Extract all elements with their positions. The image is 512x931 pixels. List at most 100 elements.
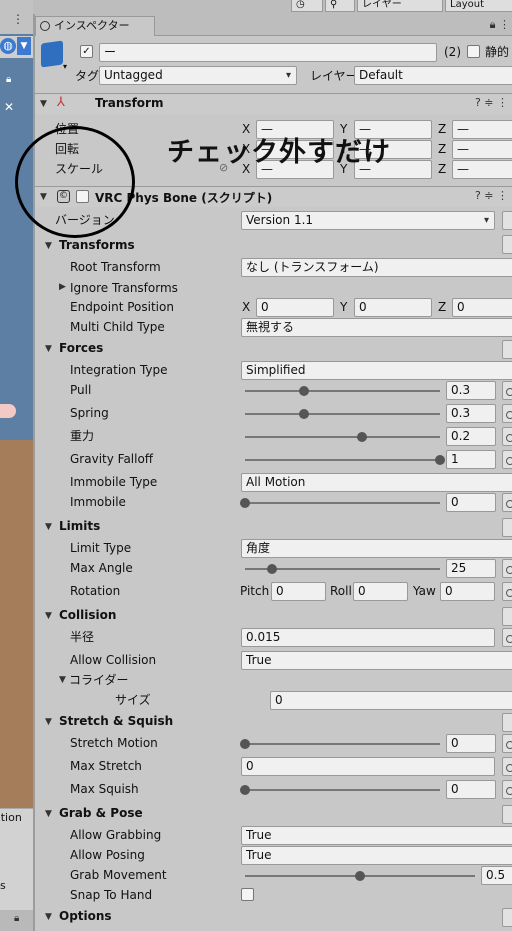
chevron-down-icon[interactable]: ▼ <box>45 241 52 251</box>
gravity-slider-handle[interactable] <box>357 432 367 442</box>
chevron-down-icon[interactable]: ▼ <box>45 344 52 354</box>
max-squish-slider-handle[interactable] <box>240 785 250 795</box>
tab-inspector[interactable]: インスペクター <box>35 16 155 36</box>
component-icons[interactable]: ? ≑ ⋮ <box>475 96 508 109</box>
allow-collision-dropdown[interactable]: True <box>241 651 512 670</box>
more-menu-icon[interactable]: ⋮ <box>12 12 24 26</box>
pitch-field[interactable]: 0 <box>271 582 326 601</box>
endpoint-x-field[interactable]: 0 <box>256 298 334 317</box>
gameobject-cube-icon[interactable] <box>41 40 63 68</box>
more-menu-icon[interactable]: ⋮ <box>499 18 510 31</box>
immobile-type-dropdown[interactable]: All Motion <box>241 473 512 492</box>
tag-dropdown[interactable]: Untagged <box>99 66 297 85</box>
curve-button[interactable] <box>502 559 512 578</box>
side-button[interactable] <box>502 713 512 732</box>
side-button[interactable] <box>502 908 512 927</box>
curve-button[interactable] <box>502 427 512 446</box>
roll-field[interactable]: 0 <box>353 582 408 601</box>
gravity-falloff-value-field[interactable]: 1 <box>446 450 496 469</box>
search-button[interactable]: ⚲ <box>325 0 355 12</box>
colliders-label[interactable]: コライダー <box>69 672 129 688</box>
spring-slider[interactable] <box>245 413 440 415</box>
layer-dropdown[interactable]: Default <box>354 66 512 85</box>
chevron-down-icon[interactable]: ▾ <box>63 62 67 71</box>
max-squish-value-field[interactable]: 0 <box>446 780 496 799</box>
endpoint-y-field[interactable]: 0 <box>354 298 432 317</box>
side-button[interactable] <box>502 805 512 824</box>
side-button[interactable] <box>502 211 512 230</box>
stretch-motion-slider-handle[interactable] <box>240 739 250 749</box>
gravity-falloff-slider[interactable] <box>245 459 440 461</box>
side-button[interactable] <box>502 518 512 537</box>
grab-movement-slider-handle[interactable] <box>355 871 365 881</box>
scene-view[interactable]: ⋮ ◍ ▼ 🔒︎ ✕ ation s 🔒︎ <box>0 0 33 931</box>
layers-dropdown[interactable]: レイヤー <box>357 0 443 12</box>
object-name-field[interactable]: ー <box>99 43 437 62</box>
endpoint-z-field[interactable]: 0 <box>452 298 512 317</box>
tab-options[interactable]: 🔒︎ ⋮ <box>490 18 510 32</box>
curve-button[interactable] <box>502 628 512 647</box>
gravity-slider[interactable] <box>245 436 440 438</box>
history-button[interactable]: ◷ <box>291 0 323 12</box>
curve-button[interactable] <box>502 780 512 799</box>
globe-icon[interactable]: ◍ <box>0 38 16 54</box>
chevron-down-icon[interactable]: ▼ <box>45 717 52 727</box>
colliders-size-field[interactable]: 0 <box>270 691 512 710</box>
immobile-slider-handle[interactable] <box>240 498 250 508</box>
max-stretch-field[interactable]: 0 <box>241 757 495 776</box>
gravity-value-field[interactable]: 0.2 <box>446 427 496 446</box>
version-dropdown[interactable]: Version 1.1 <box>241 211 495 230</box>
chevron-down-icon[interactable]: ▼ <box>59 675 66 685</box>
multi-child-dropdown[interactable]: 無視する <box>241 318 512 337</box>
curve-button[interactable] <box>502 734 512 753</box>
immobile-slider[interactable] <box>245 502 440 504</box>
preset-icon[interactable]: ≑ <box>484 96 493 109</box>
stretch-motion-slider[interactable] <box>245 743 440 745</box>
curve-button[interactable] <box>502 404 512 423</box>
scale-z-field[interactable]: — <box>452 160 512 179</box>
limit-type-dropdown[interactable]: 角度 <box>241 539 512 558</box>
curve-button[interactable] <box>502 757 512 776</box>
chevron-right-icon[interactable]: ▶ <box>59 282 66 292</box>
max-angle-slider-handle[interactable] <box>267 564 278 574</box>
max-angle-value-field[interactable]: 25 <box>446 559 496 578</box>
position-z-field[interactable]: — <box>452 120 512 139</box>
curve-button[interactable] <box>502 582 512 601</box>
close-icon[interactable]: ✕ <box>4 100 14 114</box>
more-menu-icon[interactable]: ⋮ <box>497 96 508 109</box>
lock-icon[interactable]: 🔒︎ <box>14 913 19 924</box>
help-icon[interactable]: ? <box>475 189 481 202</box>
lock-icon[interactable]: 🔒︎ <box>490 18 496 31</box>
yaw-field[interactable]: 0 <box>440 582 495 601</box>
transform-header[interactable]: ▼ ⅄ Transform ? ≑ ⋮ <box>35 93 512 114</box>
snap-to-hand-checkbox[interactable] <box>241 888 254 901</box>
component-icons[interactable]: ? ≑ ⋮ <box>475 189 508 202</box>
root-transform-field[interactable]: なし (トランスフォーム) <box>241 258 512 277</box>
spring-slider-handle[interactable] <box>298 409 309 419</box>
static-checkbox[interactable] <box>467 45 480 58</box>
side-button[interactable] <box>502 235 512 254</box>
pull-value-field[interactable]: 0.3 <box>446 381 496 400</box>
preset-icon[interactable]: ≑ <box>484 189 493 202</box>
chevron-down-icon[interactable]: ▼ <box>45 809 52 819</box>
active-checkbox[interactable]: ✓ <box>80 45 93 58</box>
side-button[interactable] <box>502 607 512 626</box>
side-button[interactable] <box>502 340 512 359</box>
immobile-value-field[interactable]: 0 <box>446 493 496 512</box>
pull-slider[interactable] <box>245 390 440 392</box>
gravity-falloff-slider-handle[interactable] <box>435 455 445 465</box>
max-squish-slider[interactable] <box>245 789 440 791</box>
allow-grabbing-dropdown[interactable]: True <box>241 826 512 845</box>
spring-value-field[interactable]: 0.3 <box>446 404 496 423</box>
pull-slider-handle[interactable] <box>298 386 309 396</box>
ignore-transforms-label[interactable]: Ignore Transforms <box>70 280 178 296</box>
more-menu-icon[interactable]: ⋮ <box>497 189 508 202</box>
stretch-motion-value-field[interactable]: 0 <box>446 734 496 753</box>
curve-button[interactable] <box>502 381 512 400</box>
allow-posing-dropdown[interactable]: True <box>241 846 512 865</box>
grab-movement-value-field[interactable]: 0.5 <box>481 866 512 885</box>
lock-icon[interactable]: 🔒︎ <box>6 74 16 85</box>
curve-button[interactable] <box>502 493 512 512</box>
chevron-down-icon[interactable]: ▼ <box>45 912 52 922</box>
layout-dropdown[interactable]: Layout <box>445 0 512 12</box>
